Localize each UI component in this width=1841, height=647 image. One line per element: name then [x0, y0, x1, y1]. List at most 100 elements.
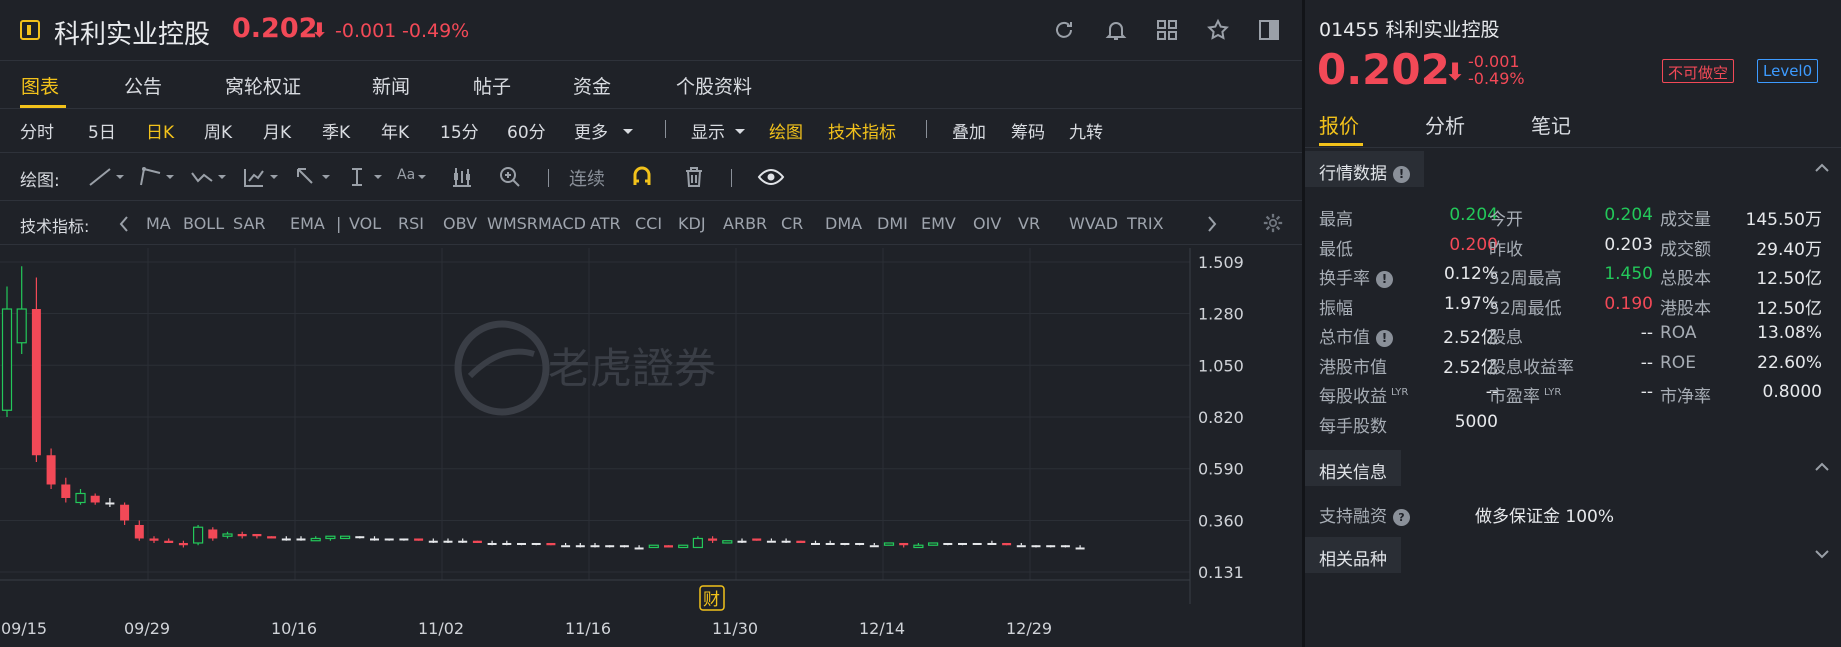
- section-market-data[interactable]: 行情数据!: [1305, 151, 1841, 189]
- bell-icon[interactable]: [1104, 18, 1128, 42]
- indicator-ema[interactable]: EMA: [290, 214, 325, 233]
- candle-body: [178, 542, 188, 546]
- line-tool-icon[interactable]: [88, 165, 128, 189]
- help-icon[interactable]: ?: [1393, 509, 1410, 526]
- indicator-wvad[interactable]: WVAD: [1069, 214, 1118, 233]
- candle-body: [972, 542, 982, 545]
- measure-tool-icon[interactable]: [346, 165, 386, 189]
- candle-tool-icon[interactable]: [450, 165, 474, 189]
- tab-profile[interactable]: 个股资料: [676, 72, 752, 99]
- info-icon[interactable]: !: [1393, 166, 1410, 183]
- star-icon[interactable]: [1206, 18, 1230, 42]
- tab-analysis[interactable]: 分析: [1425, 110, 1465, 139]
- continuous-toggle[interactable]: 连续: [569, 165, 605, 190]
- period-60min[interactable]: 60分: [507, 118, 546, 143]
- period-quarterly[interactable]: 季K: [322, 118, 350, 143]
- indicator-cr[interactable]: CR: [781, 214, 803, 233]
- nine-turn-button[interactable]: 九转: [1069, 118, 1103, 143]
- indicator-arbr[interactable]: ARBR: [723, 214, 767, 233]
- y-tick-label: 1.509: [1198, 253, 1244, 272]
- stat-value: 5000: [1454, 412, 1498, 432]
- indicator-dma[interactable]: DMA: [825, 214, 862, 233]
- refresh-icon[interactable]: [1052, 18, 1076, 42]
- chevron-down-icon[interactable]: [1815, 547, 1829, 561]
- tab-quote[interactable]: 报价: [1319, 110, 1359, 139]
- indicator-cci[interactable]: CCI: [635, 214, 662, 233]
- tab-notes[interactable]: 笔记: [1531, 110, 1571, 139]
- period-5day[interactable]: 5日: [88, 118, 116, 143]
- candle-body: [1002, 542, 1012, 546]
- settings-gear-icon[interactable]: [1262, 212, 1284, 234]
- candle-body: [575, 545, 585, 548]
- indicator-sar[interactable]: SAR: [233, 214, 266, 233]
- stat-value: 12.50亿: [1756, 269, 1822, 289]
- period-more[interactable]: 更多: [574, 118, 608, 143]
- header-change-pct: -0.49%: [402, 20, 470, 42]
- info-icon[interactable]: !: [1376, 330, 1393, 347]
- candle-body: [752, 538, 762, 541]
- magnet-icon[interactable]: [630, 165, 654, 189]
- indicator-oiv[interactable]: OIV: [973, 214, 1001, 233]
- stat-value: --: [1640, 323, 1653, 343]
- polyline-tool-icon[interactable]: [138, 165, 178, 189]
- indicator-emv[interactable]: EMV: [921, 214, 956, 233]
- indicator-boll[interactable]: BOLL: [183, 214, 224, 233]
- chevron-up-icon[interactable]: [1815, 161, 1829, 175]
- indicator-vr[interactable]: VR: [1018, 214, 1040, 233]
- indicator-wmsr[interactable]: WMSR: [487, 214, 538, 233]
- zoom-in-icon[interactable]: [498, 165, 522, 189]
- indicator-macd[interactable]: MACD: [538, 214, 586, 233]
- chips-button[interactable]: 筹码: [1011, 118, 1045, 143]
- indicator-dmi[interactable]: DMI: [877, 214, 908, 233]
- chevron-up-icon[interactable]: [1815, 460, 1829, 474]
- chevron-right-icon[interactable]: [1206, 215, 1218, 233]
- panel-toggle-icon[interactable]: [1257, 18, 1281, 42]
- indicator-obv[interactable]: OBV: [443, 214, 477, 233]
- section-related-info[interactable]: 相关信息: [1305, 450, 1841, 488]
- tab-news[interactable]: 新闻: [372, 72, 410, 99]
- indicator-kdj[interactable]: KDJ: [678, 214, 706, 233]
- tab-funds[interactable]: 资金: [573, 72, 611, 99]
- period-yearly[interactable]: 年K: [381, 118, 409, 143]
- candle-body: [105, 502, 115, 505]
- indicator-rsi[interactable]: RSI: [398, 214, 424, 233]
- indicator-vol[interactable]: VOL: [349, 214, 381, 233]
- candle-body: [370, 538, 379, 541]
- level-badge[interactable]: Level0: [1757, 59, 1819, 83]
- indicator-trix[interactable]: TRIX: [1127, 214, 1164, 233]
- eye-icon[interactable]: [757, 165, 785, 189]
- period-monthly[interactable]: 月K: [263, 118, 291, 143]
- candlestick-chart[interactable]: 老虎證券 1.509 1.280 1.050 0.820 0.590 0.360 0.131 0…: [0, 248, 1302, 647]
- indicator-atr[interactable]: ATR: [590, 214, 621, 233]
- indicator-label: 技术指标:: [20, 217, 90, 236]
- candle-body: [16, 308, 27, 344]
- info-icon[interactable]: !: [1376, 271, 1393, 288]
- trash-icon[interactable]: [682, 165, 706, 189]
- grid-icon[interactable]: [1155, 18, 1179, 42]
- period-daily[interactable]: 日K: [146, 118, 174, 143]
- indicator-ma[interactable]: MA: [146, 214, 171, 233]
- overlay-button[interactable]: 叠加: [952, 118, 986, 143]
- candle-body: [472, 540, 482, 543]
- tab-chart[interactable]: 图表: [21, 72, 59, 99]
- tech-indicator-toggle[interactable]: 技术指标: [828, 118, 896, 143]
- tab-warrants[interactable]: 窝轮权证: [225, 72, 301, 99]
- wave-tool-icon[interactable]: [190, 165, 230, 189]
- stat-value: 0.8000: [1762, 382, 1822, 402]
- section-header: 相关信息: [1305, 450, 1401, 486]
- draw-toggle[interactable]: 绘图: [769, 118, 803, 143]
- period-15min[interactable]: 15分: [440, 118, 479, 143]
- section-related-products[interactable]: 相关品种: [1305, 537, 1841, 575]
- display-menu[interactable]: 显示: [691, 118, 725, 143]
- tab-posts[interactable]: 帖子: [473, 72, 511, 99]
- text-tool-icon[interactable]: Aa: [397, 167, 415, 191]
- period-weekly[interactable]: 周K: [204, 118, 232, 143]
- candle-body: [487, 542, 497, 545]
- fib-tool-icon[interactable]: [242, 165, 282, 189]
- stat-label-text: 成交量: [1660, 210, 1711, 230]
- period-timeshare[interactable]: 分时: [20, 118, 54, 143]
- tab-announcements[interactable]: 公告: [124, 72, 162, 99]
- chevron-left-icon[interactable]: [118, 215, 130, 233]
- arrow-tool-icon[interactable]: [294, 165, 334, 189]
- header-change: -0.001: [335, 20, 397, 42]
